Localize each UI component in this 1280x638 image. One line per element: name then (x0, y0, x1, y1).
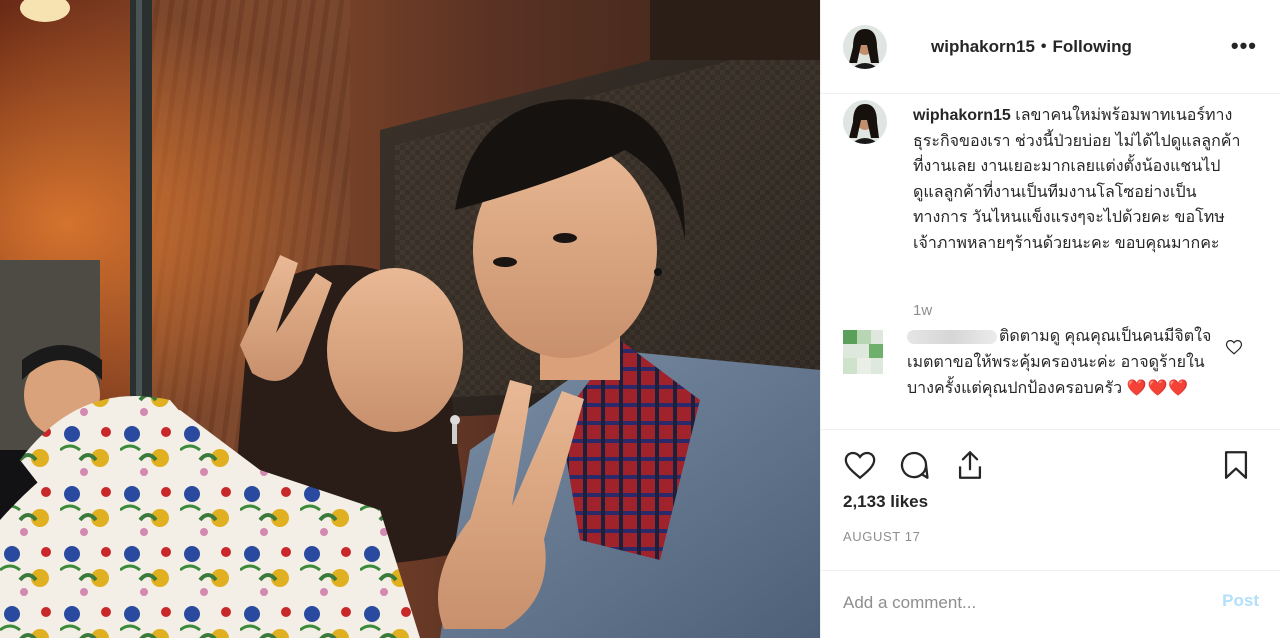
instagram-post-view: wiphakorn15 • Following ••• wiphakorn15 … (0, 0, 1280, 638)
post-comment-button[interactable]: Post (1222, 591, 1259, 611)
profile-avatar-image (843, 24, 887, 69)
blurred-username[interactable] (907, 329, 997, 344)
caption-text: wiphakorn15 เลขาคนใหม่พร้อมพาทเนอร์ทางธุ… (913, 103, 1243, 256)
bookmark-icon[interactable] (1219, 448, 1253, 482)
comment-like-heart-icon[interactable] (1225, 338, 1243, 361)
blurred-avatar[interactable] (843, 330, 883, 374)
share-upload-icon[interactable] (953, 448, 987, 482)
speech-bubble-icon[interactable] (897, 448, 931, 482)
post-photo[interactable] (0, 0, 820, 638)
header-separator: • (1040, 37, 1047, 55)
avatar[interactable] (843, 24, 887, 69)
post-header: wiphakorn15 • Following ••• (821, 0, 1280, 94)
add-comment-bar: Post (821, 570, 1280, 638)
avatar[interactable] (843, 100, 887, 144)
comment-input[interactable] (843, 587, 1183, 619)
caption-timestamp[interactable]: 1w (913, 302, 932, 319)
selfie-photo-image (0, 0, 820, 638)
heart-outline-icon[interactable] (843, 448, 877, 482)
post-author-username[interactable]: wiphakorn15 (931, 37, 1035, 57)
post-side-panel: wiphakorn15 • Following ••• wiphakorn15 … (820, 0, 1280, 638)
likes-count[interactable]: 2,133 likes (843, 492, 928, 512)
following-button[interactable]: Following (1053, 37, 1132, 57)
heart-emojis: ❤️❤️❤️ (1126, 380, 1190, 397)
caption-avatar-image (843, 100, 887, 144)
post-actions: 2,133 likes AUGUST 17 (821, 430, 1280, 570)
post-date[interactable]: AUGUST 17 (843, 529, 920, 544)
caption-username[interactable]: wiphakorn15 (913, 107, 1011, 124)
caption-body: เลขาคนใหม่พร้อมพาทเนอร์ทางธุระกิจของเรา … (913, 107, 1241, 252)
comment-text: ติดตามดู คุณคุณเป็นคนมีจิตใจเมตตาขอให้พร… (907, 324, 1227, 402)
comments-section[interactable]: wiphakorn15 เลขาคนใหม่พร้อมพาทเนอร์ทางธุ… (821, 94, 1280, 430)
more-options-icon[interactable]: ••• (1231, 35, 1257, 57)
blurred-avatar-image (843, 330, 883, 374)
